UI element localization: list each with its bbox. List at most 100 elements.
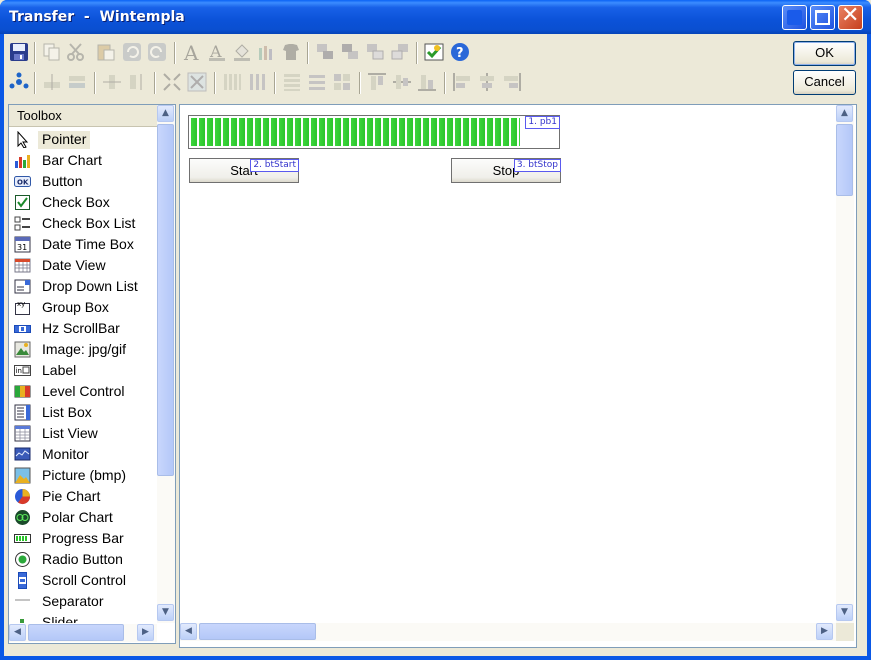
designer-horizontal-scrollbar[interactable]: ◀ ▶ [180,623,836,641]
send-backward-icon[interactable] [390,42,410,62]
font-color-icon[interactable]: A [207,42,227,62]
bar-chart-icon [15,155,30,168]
space-vertical-icon[interactable] [127,72,147,92]
toolbox-item-separator[interactable]: Separator [9,591,157,612]
group-box-icon: xy [15,300,30,315]
toolbox-item-label: Separator [42,593,104,609]
dialog-designer-canvas[interactable]: 1. pb1 Start 2. btStart Stop 3. btStop ▲… [179,104,857,648]
test-dialog-icon[interactable] [424,42,444,62]
fill-color-icon[interactable] [232,42,252,62]
toolbox-item-slider[interactable]: Slider [9,612,157,623]
toolbox-item-label: Monitor [42,446,89,462]
toolbox-item-hz-scrollbar[interactable]: Hz ScrollBar [9,318,157,339]
cancel-button[interactable]: Cancel [793,70,856,95]
toolbox-item-progress-bar[interactable]: Progress Bar [9,528,157,549]
toolbox-item-button[interactable]: OK Button [9,171,157,192]
cut-icon[interactable] [66,42,86,62]
scroll-down-icon[interactable]: ▼ [836,604,853,621]
pointer-icon [17,131,29,148]
tab-order-icon[interactable] [9,72,29,92]
ok-button[interactable]: OK [793,41,856,66]
toolbox-scroll-thumb[interactable] [157,124,174,476]
toolbox-item-list-view[interactable]: List View [9,423,157,444]
toolbox-item-scroll-control[interactable]: Scroll Control [9,570,157,591]
grid-icon[interactable] [332,72,352,92]
scroll-down-icon[interactable]: ▼ [157,604,174,621]
toolbox-item-label: Hz ScrollBar [42,320,120,336]
help-icon[interactable]: ? [450,42,470,62]
toolbox-item-pie-chart[interactable]: Pie Chart [9,486,157,507]
distribute-rows-icon[interactable] [282,72,302,92]
copy-icon[interactable] [42,42,62,62]
scroll-up-icon[interactable]: ▲ [157,105,174,122]
progress-bar-control[interactable]: 1. pb1 [188,115,560,149]
space-horizontal-icon[interactable] [102,72,122,92]
center-vertical-icon[interactable] [67,72,87,92]
font-icon[interactable]: A [182,42,202,62]
label-icon: in [14,365,31,376]
send-back-icon[interactable] [340,42,360,62]
toolbox-horizontal-scrollbar[interactable]: ◀ ▶ [9,624,157,642]
toolbox-item-date-time-box[interactable]: 31 Date Time Box [9,234,157,255]
toolbox-item-check-box[interactable]: Check Box [9,192,157,213]
expand-icon[interactable] [187,72,207,92]
toolbox-item-pointer[interactable]: Pointer [9,129,157,150]
toolbox-item-list-box[interactable]: List Box [9,402,157,423]
distribute-columns-icon[interactable] [307,72,327,92]
shrink-icon[interactable] [162,72,182,92]
toolbox-vertical-scrollbar[interactable]: ▲ ▼ [157,105,175,623]
monitor-icon [14,447,31,461]
align-middle-icon[interactable] [392,72,412,92]
align-top-icon[interactable] [367,72,387,92]
toolbox-item-date-view[interactable]: Date View [9,255,157,276]
designer-scroll-thumb[interactable] [836,124,853,196]
toolbox-item-bar-chart[interactable]: Bar Chart [9,150,157,171]
toolbox-item-group-box[interactable]: xy Group Box [9,297,157,318]
stop-button-control[interactable]: Stop 3. btStop [451,158,561,183]
toolbox-list: Pointer Bar Chart OK Button Check Box Check B… [9,127,157,623]
close-button[interactable]: ✕ [838,3,863,30]
toolbox-item-level-control[interactable]: Level Control [9,381,157,402]
toolbox-item-image-jpg-gif[interactable]: Image: jpg/gif [9,339,157,360]
scroll-up-icon[interactable]: ▲ [836,105,853,122]
bring-forward-icon[interactable] [365,42,385,62]
bring-front-icon[interactable] [315,42,335,62]
start-button-control[interactable]: Start 2. btStart [189,158,299,183]
toolbox-item-check-box-list[interactable]: Check Box List [9,213,157,234]
toolbox-item-monitor[interactable]: Monitor [9,444,157,465]
toolbox-hscroll-thumb[interactable] [28,624,124,641]
align-left-icon[interactable] [452,72,472,92]
same-height-icon[interactable] [247,72,267,92]
title-bar[interactable]: Transfer - Wintempla ✕ [0,0,871,34]
toolbox-item-label: List View [42,425,98,441]
paste-icon[interactable] [96,42,116,62]
scroll-left-icon[interactable]: ◀ [180,623,197,640]
toolbox-item-drop-down-list[interactable]: Drop Down List [9,276,157,297]
toolbox-item-polar-chart[interactable]: Polar Chart [9,507,157,528]
center-horizontal-icon[interactable] [42,72,62,92]
toolbox-item-label[interactable]: in Label [9,360,157,381]
same-width-icon[interactable] [222,72,242,92]
pencils-icon[interactable] [256,42,276,62]
toolbox-item-label: Group Box [42,299,109,315]
maximize-button[interactable] [810,5,835,30]
undo-icon[interactable] [122,42,142,62]
align-right-icon[interactable] [502,72,522,92]
toolbox-item-radio-button[interactable]: Radio Button [9,549,157,570]
date-view-icon [14,258,31,273]
align-center-icon[interactable] [477,72,497,92]
designer-vertical-scrollbar[interactable]: ▲ ▼ [836,105,854,623]
scroll-right-icon[interactable]: ▶ [816,623,833,640]
align-bottom-icon[interactable] [417,72,437,92]
scroll-right-icon[interactable]: ▶ [137,624,154,641]
designer-hscroll-thumb[interactable] [199,623,316,640]
save-icon[interactable] [9,42,29,62]
scroll-left-icon[interactable]: ◀ [9,624,26,641]
shirt-icon[interactable] [281,42,301,62]
minimize-button[interactable] [782,5,807,30]
redo-icon[interactable] [147,42,167,62]
slider-icon [20,619,24,623]
check-box-icon [15,195,30,210]
toolbox-item-label: Pointer [38,131,91,149]
toolbox-item-picture-bmp[interactable]: Picture (bmp) [9,465,157,486]
